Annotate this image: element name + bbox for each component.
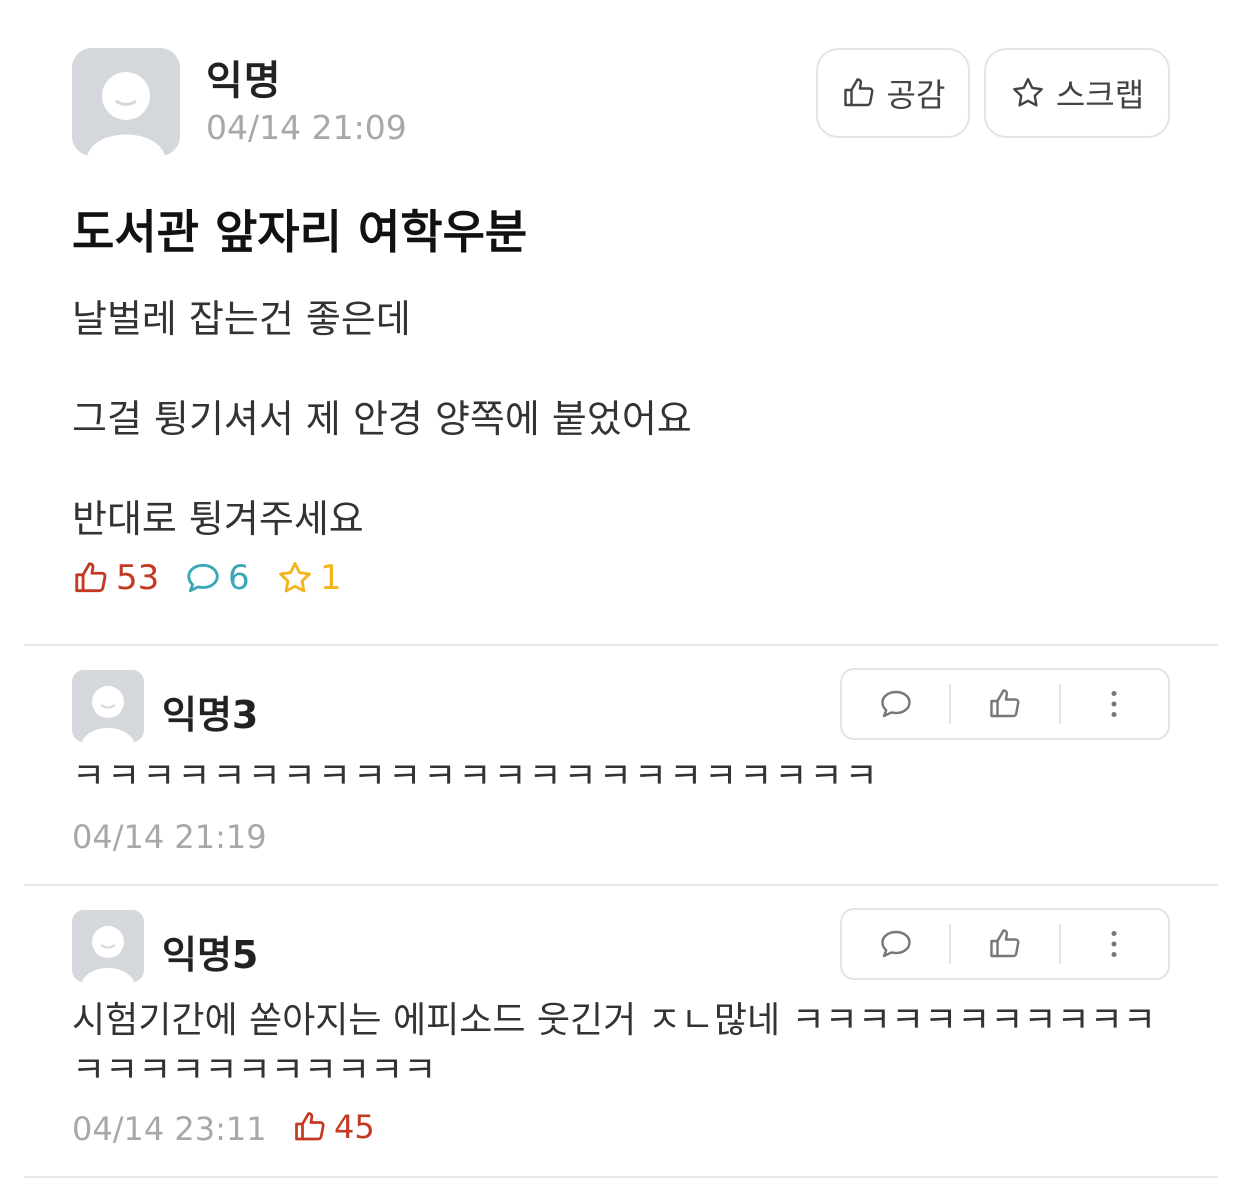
comment-timestamp: 04/14 21:19 bbox=[72, 818, 267, 856]
reply-button[interactable] bbox=[842, 910, 949, 978]
scrap-button-label: 스크랩 bbox=[1055, 76, 1145, 114]
comment-author-name: 익명3 bbox=[162, 693, 259, 737]
thumbs-up-icon bbox=[843, 78, 873, 107]
more-vertical-icon bbox=[1111, 690, 1117, 718]
post-author-avatar bbox=[72, 48, 180, 156]
scrap-button[interactable]: 스크랩 bbox=[984, 48, 1170, 138]
more-vertical-icon bbox=[1111, 930, 1117, 958]
comment-like-value: 45 bbox=[334, 1108, 375, 1146]
speech-bubble-icon bbox=[187, 563, 219, 593]
post-timestamp: 04/14 21:09 bbox=[206, 108, 407, 147]
thumbs-up-icon bbox=[990, 689, 1020, 718]
default-avatar-icon bbox=[72, 910, 144, 982]
reply-button[interactable] bbox=[842, 670, 949, 738]
like-button-label: 공감 bbox=[886, 76, 946, 114]
thumbs-up-icon bbox=[990, 929, 1020, 958]
comment-like-count: 45 bbox=[292, 1108, 375, 1146]
post-scrap-count: 1 bbox=[276, 558, 342, 598]
post-author-name: 익명 bbox=[206, 58, 282, 104]
post-comment-count: 6 bbox=[184, 558, 250, 598]
speech-bubble-icon bbox=[880, 690, 911, 718]
star-icon bbox=[1012, 78, 1043, 107]
thumbs-up-icon bbox=[295, 1112, 325, 1141]
comment-author-avatar bbox=[72, 910, 144, 982]
post-body-line: 반대로 튕겨주세요 bbox=[72, 497, 364, 541]
comment-count-value: 6 bbox=[228, 558, 250, 598]
speech-bubble-icon bbox=[880, 930, 911, 958]
comment-author-name: 익명5 bbox=[162, 933, 259, 977]
post-title: 도서관 앞자리 여학우분 bbox=[72, 205, 528, 259]
default-avatar-icon bbox=[72, 670, 144, 742]
scrap-count-value: 1 bbox=[320, 558, 342, 598]
comment-like-button[interactable] bbox=[951, 910, 1058, 978]
comment-action-bar bbox=[840, 908, 1170, 980]
divider bbox=[24, 1176, 1218, 1178]
comment-text: 시험기간에 쏟아지는 에피소드 웃긴거 ㅈㄴ많네 ㅋㅋㅋㅋㅋㅋㅋㅋㅋㅋㅋㅋㅋㅋㅋ… bbox=[72, 1000, 1156, 1091]
like-button[interactable]: 공감 bbox=[816, 48, 970, 138]
post-body-line: 그걸 튕기셔서 제 안경 양쪽에 붙었어요 bbox=[72, 397, 692, 441]
comment-action-bar bbox=[840, 668, 1170, 740]
comment-timestamp: 04/14 23:11 bbox=[72, 1110, 267, 1148]
divider bbox=[24, 884, 1218, 886]
post-like-count: 53 bbox=[72, 558, 159, 598]
divider bbox=[24, 644, 1218, 646]
like-count-value: 53 bbox=[116, 558, 160, 598]
thumbs-up-icon bbox=[75, 562, 107, 593]
comment-text: ㅋㅋㅋㅋㅋㅋㅋㅋㅋㅋㅋㅋㅋㅋㅋㅋㅋㅋㅋㅋㅋㅋㅋ bbox=[72, 756, 880, 797]
more-options-button[interactable] bbox=[1061, 910, 1168, 978]
post-body-line: 날벌레 잡는건 좋은데 bbox=[72, 297, 411, 341]
star-icon bbox=[279, 562, 311, 593]
default-avatar-icon bbox=[72, 48, 180, 156]
comment-like-button[interactable] bbox=[951, 670, 1058, 738]
more-options-button[interactable] bbox=[1061, 670, 1168, 738]
comment-author-avatar bbox=[72, 670, 144, 742]
